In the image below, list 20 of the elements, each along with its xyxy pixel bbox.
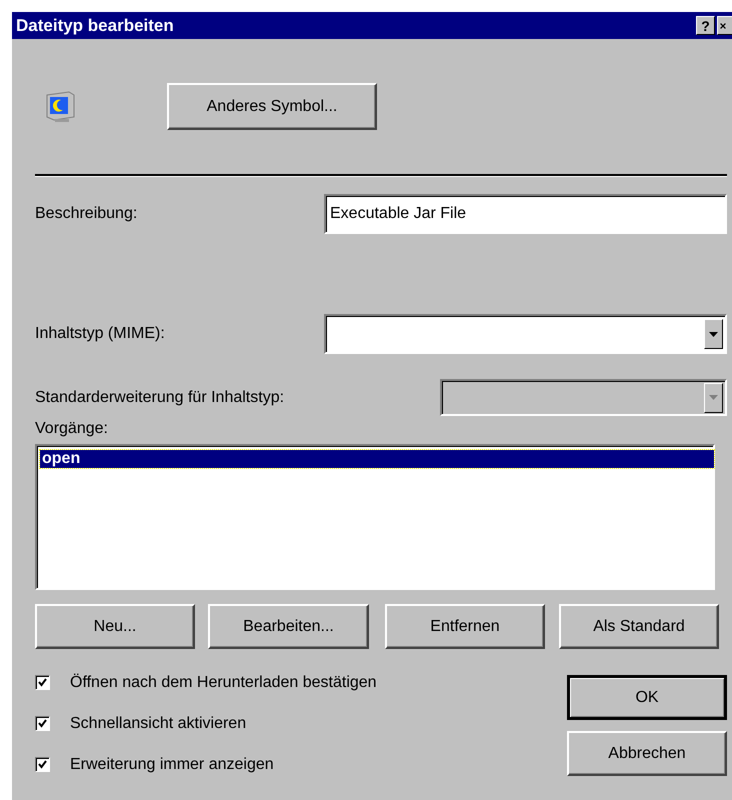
actions-label: Vorgänge: — [35, 420, 108, 438]
change-icon-button[interactable]: Anderes Symbol... — [167, 83, 377, 130]
action-item[interactable]: open — [40, 450, 714, 468]
description-field[interactable]: Executable Jar File — [324, 194, 727, 234]
action-button[interactable]: Bearbeiten... — [208, 604, 369, 649]
actions-list[interactable]: open — [35, 444, 715, 590]
checkbox-label: Erweiterung immer anzeigen — [70, 756, 274, 774]
content-type-label: Inhaltstyp (MIME): — [35, 325, 165, 343]
description-label: Beschreibung: — [35, 205, 138, 223]
ok-button[interactable]: OK — [567, 675, 727, 720]
default-extension-label: Standarderweiterung für Inhaltstyp: — [35, 388, 284, 406]
checkbox-label: Öffnen nach dem Herunterladen bestätigen — [70, 674, 377, 692]
window-title: Dateityp bearbeiten — [16, 16, 175, 36]
description-value: Executable Jar File — [330, 205, 466, 223]
action-button[interactable]: Entfernen — [385, 604, 545, 649]
action-button[interactable]: Neu... — [35, 604, 195, 649]
action-button[interactable]: Als Standard — [559, 604, 719, 649]
help-button[interactable]: ? — [696, 16, 715, 35]
checkbox-label: Schnellansicht aktivieren — [70, 714, 246, 732]
cancel-button[interactable]: Abbrechen — [567, 731, 727, 776]
